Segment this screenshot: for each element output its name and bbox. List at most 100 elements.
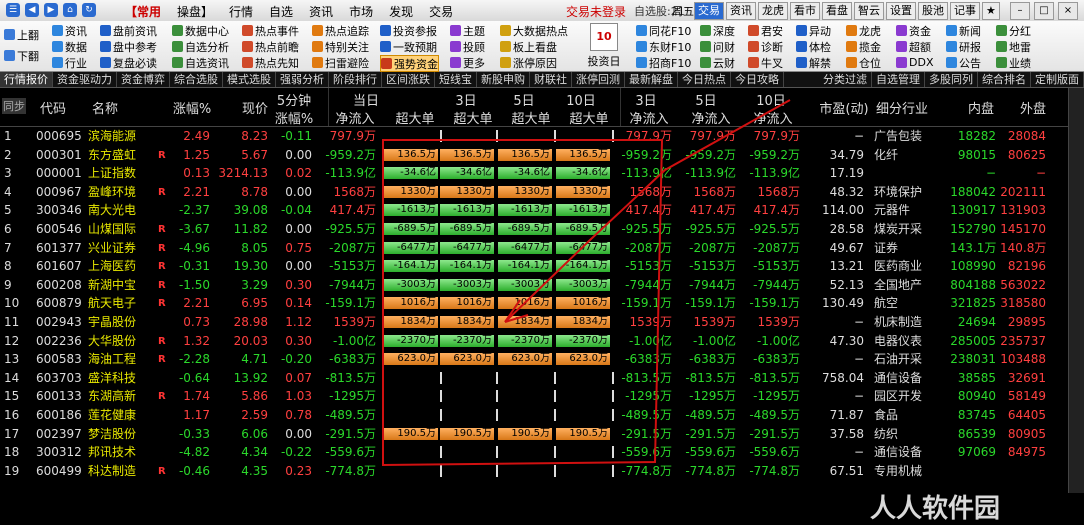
tab-today-guide[interactable]: 今日攻略 [731, 72, 784, 87]
ribbon-watch-analysis-button[interactable]: 自选分析 [172, 39, 229, 54]
col-superbig-10d[interactable]: 超大单 [564, 108, 614, 127]
quick-tab-pool[interactable]: 股池 [918, 2, 948, 20]
col-3d-b[interactable]: 3日 [634, 90, 658, 109]
col-name[interactable]: 名称 [88, 98, 122, 117]
table-row[interactable]: 5 300346 南大光电 -2.37 39.08 -0.04 417.4万 -1613万 -1… [0, 201, 1084, 220]
tab-cls[interactable]: 财联社 [530, 72, 572, 87]
ribbon-ddx-button[interactable]: DDX [896, 55, 933, 70]
tab-category-filter[interactable]: 分类过滤 [819, 72, 872, 87]
table-row[interactable]: 14 603703 盛洋科技 -0.64 13.92 0.07 -813.5万 -813.5万… [0, 369, 1084, 388]
ribbon-industry-button[interactable]: 行业 [52, 55, 87, 70]
table-row[interactable]: 11 002943 宇晶股份 0.73 28.98 1.12 1539万 1834万 1834万… [0, 313, 1084, 332]
table-row[interactable]: 8 601607 上海医药 R -0.31 19.30 0.00 -5153万 -164.1万 -… [0, 257, 1084, 276]
ribbon-board-watch-button[interactable]: 板上看盘 [500, 39, 568, 54]
ribbon-hot-track-button[interactable]: 热点追踪 [312, 23, 369, 38]
ribbon-dragon-button[interactable]: 龙虎 [846, 23, 881, 38]
menu-trade[interactable]: 交易 [429, 3, 453, 20]
table-row[interactable]: 3 000001 上证指数 0.13 3214.13 0.02 -113.9亿 -34.6亿 -… [0, 164, 1084, 183]
col-5d[interactable]: 5日 [512, 90, 536, 109]
col-5d-b[interactable]: 5日 [694, 90, 718, 109]
menu-quotes[interactable]: 行情 [229, 3, 253, 20]
col-price[interactable]: 现价 [238, 98, 272, 117]
minimize-icon[interactable]: – [1010, 2, 1030, 20]
tab-watch-manage[interactable]: 自选管理 [872, 72, 925, 87]
col-day[interactable]: 当日 [346, 90, 386, 109]
col-5d-netin[interactable]: 净流入 [686, 108, 736, 127]
menu-common[interactable]: 【常用 [125, 3, 161, 20]
tab-fund-driver[interactable]: 资金驱动力 [53, 72, 117, 87]
col-5min[interactable]: 5分钟 [270, 90, 318, 109]
back-icon[interactable]: ◀ [25, 3, 39, 17]
ribbon-bullcross-button[interactable]: 牛叉 [748, 55, 783, 70]
col-10d[interactable]: 10日 [564, 90, 598, 109]
table-row[interactable]: 6 600546 山煤国际 R -3.67 11.82 0.00 -925.5万 -689.5万… [0, 220, 1084, 239]
menu-news[interactable]: 资讯 [309, 3, 333, 20]
ribbon-minesweep-button[interactable]: 扫雷避险 [312, 55, 369, 70]
ribbon-datacenter-button[interactable]: 数据中心 [172, 23, 229, 38]
table-row[interactable]: 4 000967 盈峰环境 R 2.21 8.78 0.00 1568万 1330万 1330万 1… [0, 183, 1084, 202]
table-row[interactable]: 2 000301 东方盛虹 R 1.25 5.67 0.00 -959.2万 136.5万 136… [0, 146, 1084, 165]
table-row[interactable]: 9 600208 新湖中宝 R -1.50 3.29 0.30 -7944万 -3003万 -30… [0, 276, 1084, 295]
tab-today-hot[interactable]: 今日热点 [678, 72, 731, 87]
close-icon[interactable]: × [1058, 2, 1078, 20]
quick-tab-news[interactable]: 资讯 [726, 2, 756, 20]
ribbon-intraday-button[interactable]: 盘中参考 [100, 39, 157, 54]
ribbon-focus-button[interactable]: 特别关注 [312, 39, 369, 54]
quick-tab-settings[interactable]: 设置 [886, 2, 916, 20]
table-row[interactable]: 19 600499 科达制造 R -0.46 4.35 0.23 -774.8万 -774.8万… [0, 462, 1084, 481]
tab-limit-backtest[interactable]: 涨停回测 [572, 72, 625, 87]
table-row[interactable]: 17 002397 梦洁股份 -0.33 6.06 0.00 -291.5万 190.5万 19… [0, 425, 1084, 444]
table-row[interactable]: 15 600133 东湖高新 R 1.74 5.86 1.03 -1295万 -1295万 -12… [0, 387, 1084, 406]
col-10d-b[interactable]: 10日 [754, 90, 788, 109]
ribbon-research-button[interactable]: 研报 [946, 39, 981, 54]
table-row[interactable]: 16 600186 莲花健康 1.17 2.59 0.78 -489.5万 -489.5万 -4… [0, 406, 1084, 425]
ribbon-premarket-button[interactable]: 盘前资讯 [100, 23, 157, 38]
refresh-icon[interactable]: ↻ [82, 3, 96, 17]
ribbon-hot-prophet-button[interactable]: 热点先知 [242, 55, 299, 70]
ribbon-hot-events-button[interactable]: 热点事件 [242, 23, 299, 38]
tab-composite-select[interactable]: 综合选股 [170, 72, 223, 87]
table-row[interactable]: 12 002236 大华股份 R 1.32 20.03 0.30 -1.00亿 -2370万 -2… [0, 332, 1084, 351]
trade-login-status[interactable]: 交易未登录 [566, 3, 626, 20]
ribbon-anomaly-button[interactable]: 异动 [796, 23, 831, 38]
col-3d[interactable]: 3日 [454, 90, 478, 109]
ribbon-earnings-button[interactable]: 业绩 [996, 55, 1031, 70]
tab-strength[interactable]: 强弱分析 [276, 72, 329, 87]
quick-tab-cloud[interactable]: 智云 [854, 2, 884, 20]
ribbon-wencai-button[interactable]: 问财 [700, 39, 735, 54]
ribbon-position-button[interactable]: 仓位 [846, 55, 881, 70]
ribbon-review-button[interactable]: 复盘必读 [100, 55, 157, 70]
table-row[interactable]: 10 600879 航天电子 R 2.21 6.95 0.14 -159.1万 1016万 101… [0, 294, 1084, 313]
ribbon-bigdata-button[interactable]: 大数据热点 [500, 23, 568, 38]
table-row[interactable]: 1 000695 滨海能源 2.49 8.23 -0.11 797.9万 797.9万 797.… [0, 127, 1084, 146]
tab-quotes[interactable]: 行情报价 [0, 72, 53, 87]
investment-calendar-button[interactable]: 10 投资日历 [583, 23, 625, 84]
ribbon-excess-button[interactable]: 超额 [896, 39, 933, 54]
forward-icon[interactable]: ▶ [44, 3, 58, 17]
ribbon-ths-f10-button[interactable]: 同花F10 [636, 23, 691, 38]
star-icon[interactable]: ★ [982, 2, 1000, 20]
col-pe[interactable]: 市盈(动) [816, 98, 872, 117]
ribbon-limit-reason-button[interactable]: 涨停原因 [500, 55, 568, 70]
app-logo-icon[interactable]: ☰ [6, 3, 20, 17]
col-superbig-day[interactable]: 超大单 [390, 108, 440, 127]
col-5min-change[interactable]: 涨幅% [270, 108, 318, 127]
sync-button[interactable]: 同步 [2, 98, 26, 114]
col-outer[interactable]: 外盘 [1016, 98, 1050, 117]
ribbon-consensus-button[interactable]: 一致预期 [380, 39, 439, 54]
table-row[interactable]: 13 600583 海油工程 R -2.28 4.71 -0.20 -6383万 623.0万 6… [0, 350, 1084, 369]
col-superbig-3d[interactable]: 超大单 [448, 108, 498, 127]
menu-operate[interactable]: 操盘】 [177, 3, 213, 20]
col-10d-netin[interactable]: 净流入 [748, 108, 798, 127]
tab-composite-rank[interactable]: 综合排名 [978, 72, 1031, 87]
tab-pattern-select[interactable]: 模式选股 [223, 72, 276, 87]
quick-tab-trade[interactable]: 交易 [694, 2, 724, 20]
tab-latest-analysis[interactable]: 最新解盘 [625, 72, 678, 87]
quick-tab-notes[interactable]: 记事 [950, 2, 980, 20]
col-day-netin[interactable]: 净流入 [330, 108, 380, 127]
menu-discover[interactable]: 发现 [389, 3, 413, 20]
tab-custom-layout[interactable]: 定制版面 [1031, 72, 1084, 87]
ribbon-newsfeed-button[interactable]: 新闻 [946, 23, 981, 38]
quick-tab-market[interactable]: 看市 [790, 2, 820, 20]
table-row[interactable]: 7 601377 兴业证券 R -4.96 8.05 0.75 -2087万 -6477万 -64… [0, 239, 1084, 258]
